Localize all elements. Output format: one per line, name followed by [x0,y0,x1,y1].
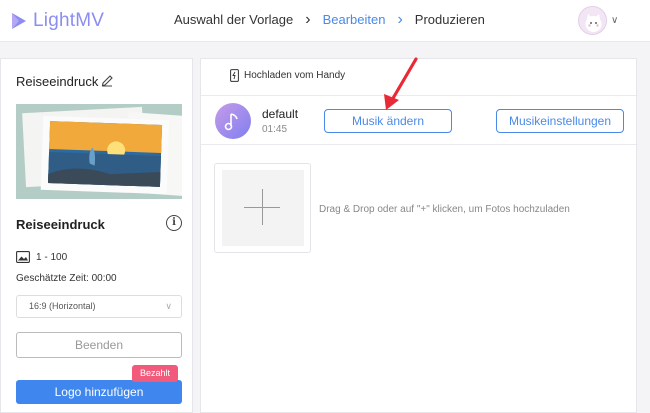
chevron-down-icon: ∨ [165,301,172,311]
template-name: Reiseeindruck [16,217,105,232]
step-breadcrumb: Auswahl der Vorlage › Bearbeiten › Produ… [174,8,485,28]
annotation-arrow-icon [384,57,418,110]
end-button[interactable]: Beenden [16,332,182,358]
music-note-icon [224,113,238,131]
step-template[interactable]: Auswahl der Vorlage [174,12,293,27]
track-duration: 01:45 [262,124,288,135]
image-icon [16,251,30,263]
add-photo-box[interactable] [214,163,311,253]
photo-range-text: 1 - 100 [36,251,68,263]
template-preview-image [16,104,182,199]
chevron-down-icon[interactable]: ∨ [611,15,618,26]
change-music-button[interactable]: Musik ändern [324,109,452,133]
add-logo-button[interactable]: Logo hinzufügen [16,380,182,404]
upload-from-phone[interactable]: Hochladen vom Handy [230,69,345,82]
project-title: Reiseeindruck [16,74,99,89]
step-edit[interactable]: Bearbeiten [314,8,385,27]
edit-icon[interactable] [100,73,114,87]
upload-from-phone-label: Hochladen vom Handy [244,70,346,81]
music-cover [215,103,251,139]
template-thumbnail[interactable] [16,104,182,199]
estimated-time: Geschätzte Zeit: 00:00 [16,273,117,284]
music-settings-button[interactable]: Musikeinstellungen [496,109,624,133]
template-sidebar: Reiseeindruck Reiseeindruck i 1 - 100 Ge… [0,58,193,413]
paid-badge: Bezahlt [132,365,178,382]
lightmv-logo-icon [12,13,26,29]
track-name: default [262,107,299,121]
aspect-ratio-value: 16:9 (Horizontal) [29,301,96,311]
chevron-right-icon: › [305,11,311,28]
add-photo-area[interactable] [222,170,304,246]
app-logo[interactable]: LightMV [9,9,104,33]
step-produce[interactable]: Produzieren [415,12,485,27]
top-bar: LightMV Auswahl der Vorlage › Bearbeiten… [0,0,650,42]
info-icon[interactable]: i [166,215,182,231]
avatar-icon [585,14,602,32]
avatar[interactable] [578,6,607,35]
phone-icon [230,69,239,82]
chevron-right-icon: › [397,11,403,28]
drop-hint: Drag & Drop oder auf "+" klicken, um Fot… [319,204,570,215]
aspect-ratio-select[interactable]: 16:9 (Horizontal) ∨ [16,295,182,318]
photo-range: 1 - 100 [16,251,67,263]
brand-name: LightMV [33,10,105,31]
